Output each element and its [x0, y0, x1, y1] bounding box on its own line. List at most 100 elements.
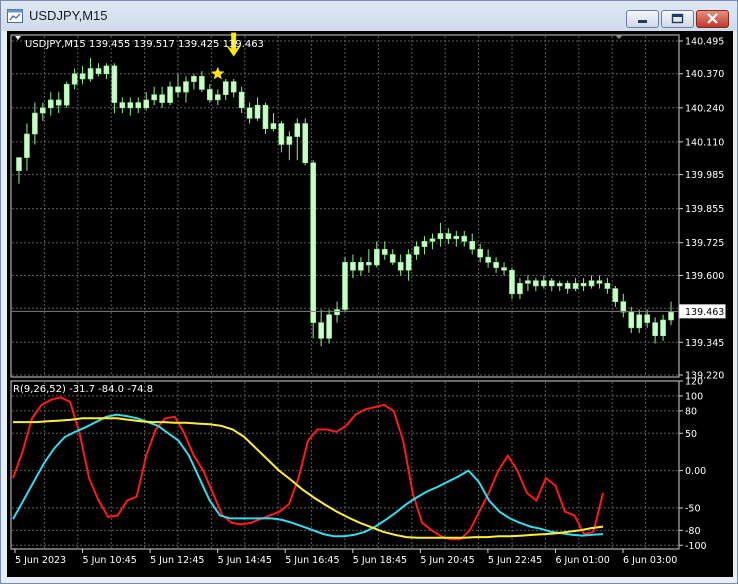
- candle-bull: [556, 283, 563, 287]
- candle-bear: [175, 86, 181, 93]
- candle-bear: [350, 262, 356, 271]
- chart-symbol: USDJPY,M15: [25, 39, 86, 50]
- time-tick-label: 6 Jun 01:00: [555, 555, 609, 566]
- candle-bear: [509, 269, 515, 295]
- candle-bear: [55, 99, 62, 106]
- time-tick-label: 5 Jun 12:45: [150, 555, 204, 566]
- candle-bull: [588, 280, 595, 287]
- candle-bear: [548, 280, 555, 287]
- candle-bull: [453, 235, 460, 240]
- candle-bear: [207, 89, 213, 101]
- candle-bear: [381, 248, 388, 255]
- candle-bull: [71, 73, 78, 85]
- candle-bull: [660, 319, 666, 337]
- candle-bull: [517, 283, 523, 295]
- candle-bull: [374, 248, 380, 266]
- candle-bear: [302, 123, 309, 164]
- candle-bull: [32, 112, 38, 135]
- candle-bear: [445, 233, 452, 240]
- candle-bull: [437, 233, 444, 240]
- indicator-tick-label: 50: [685, 429, 697, 440]
- candle-bear: [469, 241, 476, 250]
- current-price-label: 139.463: [685, 307, 724, 318]
- chart-header: USDJPY,M15 139.455 139.517 139.425 139.4…: [25, 39, 264, 50]
- star-marker-icon: [211, 66, 225, 80]
- time-tick-label: 5 Jun 18:45: [353, 555, 407, 566]
- candle-bear: [461, 235, 468, 242]
- chart-canvas[interactable]: 140.495 140.370 140.240 140.110 139.985 139.8…: [7, 31, 733, 577]
- candle-bear: [135, 102, 142, 109]
- candle-bull: [87, 68, 94, 80]
- candle-bull: [286, 136, 293, 145]
- minimize-icon: [638, 20, 647, 23]
- price-tick-label: 139.855: [685, 204, 724, 215]
- candle-bull: [103, 65, 110, 75]
- candle-bear: [389, 254, 396, 263]
- candle-bull: [294, 123, 301, 137]
- candle-bear: [501, 267, 507, 271]
- candle-bear: [238, 91, 245, 109]
- candle-bear: [397, 262, 404, 271]
- main-grid: [10, 34, 680, 378]
- time-tick-label: 5 Jun 20:45: [420, 555, 474, 566]
- price-tick-label: 139.725: [685, 238, 724, 249]
- title-bar[interactable]: USDJPY,M15: [1, 1, 737, 31]
- candle-bear: [95, 68, 102, 75]
- time-tick-label: 5 Jun 22:45: [488, 555, 542, 566]
- candle-bull: [572, 283, 579, 289]
- candle-bull: [421, 241, 428, 247]
- chart-window: USDJPY,M15 140.495 140.370 140.240 140.110 1…: [0, 0, 738, 584]
- candle-bear: [564, 283, 571, 289]
- candle-bull: [143, 99, 150, 109]
- candle-bear: [628, 311, 635, 329]
- candle-bull: [16, 157, 22, 171]
- price-tick-label: 140.370: [685, 69, 724, 80]
- candle-bear: [230, 81, 237, 93]
- candle-bear: [246, 107, 253, 119]
- ohlc-values: 139.455 139.517 139.425 139.463: [89, 39, 264, 50]
- candle-bull: [254, 104, 261, 119]
- close-button[interactable]: [696, 10, 729, 28]
- candle-bear: [310, 162, 316, 323]
- candle-bear: [533, 280, 539, 287]
- candle-bear: [580, 283, 587, 287]
- chart-menu-triangle-icon[interactable]: [15, 36, 21, 40]
- candle-bull: [167, 86, 173, 103]
- window-title: USDJPY,M15: [29, 8, 108, 23]
- candle-bear: [159, 94, 165, 103]
- indicator-axis: 120 100 80 50 0.00 -50 -80 -100: [679, 377, 707, 552]
- indicator-tick-label: 0.00: [685, 466, 706, 477]
- candle-bear: [612, 288, 619, 302]
- indicator-tick-label: -100: [685, 541, 707, 552]
- candle-bear: [485, 256, 491, 263]
- price-tick-label: 140.240: [685, 103, 724, 114]
- candle-bull: [63, 83, 70, 106]
- candle-bear: [199, 76, 205, 90]
- maximize-button[interactable]: [661, 10, 694, 28]
- candle-bear: [620, 301, 627, 313]
- time-axis: 5 Jun 2023 5 Jun 10:45 5 Jun 12:45 5 Jun 14…: [14, 549, 677, 566]
- candle-bull: [342, 262, 348, 310]
- candle-bull: [214, 94, 221, 101]
- time-tick-label: 5 Jun 2023: [15, 555, 66, 566]
- candle-bear: [366, 262, 372, 266]
- indicator-lines: [12, 396, 604, 541]
- candle-bull: [270, 123, 277, 130]
- candle-bear: [318, 322, 324, 339]
- candle-bull: [183, 81, 189, 93]
- candle-bull: [127, 102, 134, 109]
- candle-bull: [40, 107, 46, 114]
- indicator-tick-label: 100: [685, 391, 703, 402]
- candle-bull: [191, 76, 197, 82]
- minimize-button[interactable]: [626, 10, 659, 28]
- candle-bull: [405, 254, 412, 271]
- time-tick-label: 5 Jun 10:45: [83, 555, 137, 566]
- time-tick-label: 5 Jun 14:45: [218, 555, 272, 566]
- candle-bull: [429, 238, 436, 242]
- candle-bull: [24, 133, 30, 158]
- price-tick-label: 139.345: [685, 338, 724, 349]
- candle-bull: [222, 81, 229, 96]
- price-tick-label: 139.600: [685, 271, 724, 282]
- indicator-tick-label: 120: [685, 377, 703, 388]
- candle-bear: [596, 280, 603, 284]
